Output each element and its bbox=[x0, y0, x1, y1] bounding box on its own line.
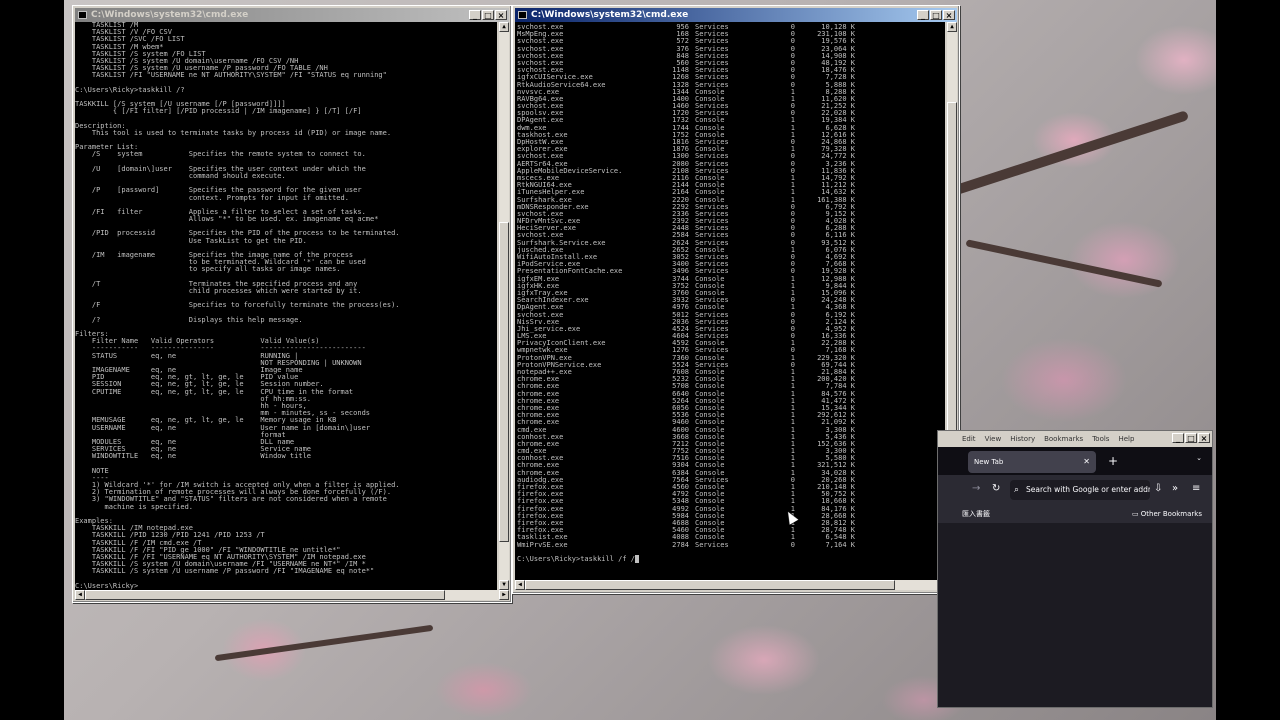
console-line: Allows "*" to be used. ex. imagename eq … bbox=[75, 215, 379, 224]
console-line: /? Displays this help message. bbox=[75, 315, 303, 324]
image-name-cell: WmiPrvSE.exe bbox=[517, 540, 568, 549]
left-window-title: C:\Windows\system32\cmd.exe bbox=[91, 10, 249, 20]
wallpaper-branch bbox=[938, 110, 1190, 200]
menu-edit[interactable]: Edit bbox=[962, 435, 976, 443]
scroll-thumb[interactable] bbox=[525, 580, 895, 590]
console-line: child processes which were started by it… bbox=[75, 286, 362, 295]
session-number-cell: 0 bbox=[790, 540, 795, 549]
close-button[interactable]: × bbox=[1198, 433, 1210, 443]
console-line: command should execute. bbox=[75, 171, 286, 180]
cmd-icon bbox=[78, 11, 87, 19]
menu-tools[interactable]: Tools bbox=[1092, 435, 1109, 443]
close-button[interactable]: × bbox=[495, 10, 507, 20]
right-cmd-window[interactable]: C:\Windows\system32\cmd.exe _ □ × svchos… bbox=[512, 5, 960, 594]
tab-strip: New Tab ✕ + ⌄ bbox=[938, 447, 1212, 475]
firefox-window[interactable]: Edit View History Bookmarks Tools Help _… bbox=[937, 430, 1213, 708]
new-tab-plus-icon[interactable]: + bbox=[1108, 452, 1118, 470]
console-line: to specify all tasks or image names. bbox=[75, 265, 341, 274]
wallpaper-branch bbox=[214, 624, 434, 662]
other-bookmarks-label: Other Bookmarks bbox=[1140, 510, 1202, 518]
import-bookmarks-link[interactable]: 匯入書籤 bbox=[962, 505, 990, 523]
wallpaper-branch bbox=[965, 239, 1163, 288]
firefox-menubar: Edit View History Bookmarks Tools Help _… bbox=[938, 431, 1212, 447]
left-vertical-scrollbar[interactable]: ▲ ▼ bbox=[499, 22, 509, 590]
scroll-thumb[interactable] bbox=[499, 222, 509, 542]
console-line: context. Prompts for input if omitted. bbox=[75, 193, 349, 202]
console-line: C:\Users\Ricky> bbox=[75, 581, 139, 590]
session-name-cell: Services bbox=[695, 540, 729, 549]
maximize-button[interactable]: □ bbox=[930, 10, 942, 20]
left-horizontal-scrollbar[interactable]: ◀ ▶ bbox=[75, 590, 509, 600]
other-bookmarks-folder[interactable]: ▭ Other Bookmarks bbox=[1132, 505, 1202, 523]
menu-view[interactable]: View bbox=[985, 435, 1002, 443]
left-title-bar[interactable]: C:\Windows\system32\cmd.exe _ □ × bbox=[75, 8, 509, 22]
scroll-left-arrow[interactable]: ◀ bbox=[515, 580, 525, 590]
folder-icon: ▭ bbox=[1131, 510, 1141, 518]
console-line: TASKKILL /S system /U username /P passwo… bbox=[75, 567, 375, 576]
process-row: WmiPrvSE.exe 2784 Services 0 7,164 K bbox=[517, 540, 855, 549]
tab-title: New Tab bbox=[974, 458, 1004, 466]
right-console-output[interactable]: svchost.exe 956 Services 0 10,128 K MsMpEng.e… bbox=[515, 22, 945, 580]
console-line: NOTE bbox=[75, 466, 109, 475]
right-title-bar[interactable]: C:\Windows\system32\cmd.exe _ □ × bbox=[515, 8, 957, 22]
pid-cell: 2784 bbox=[672, 540, 689, 549]
process-list: svchost.exe 956 Services 0 10,128 K MsMpEng.e… bbox=[517, 23, 855, 549]
scroll-left-arrow[interactable]: ◀ bbox=[75, 590, 85, 600]
tab-new-tab[interactable]: New Tab ✕ bbox=[968, 451, 1096, 473]
right-horizontal-scrollbar[interactable]: ◀ ▶ bbox=[515, 580, 957, 590]
console-line: C:\Users\Ricky>taskkill /? bbox=[75, 85, 185, 94]
hamburger-menu-icon[interactable]: ≡ bbox=[1192, 483, 1200, 494]
left-cmd-window[interactable]: C:\Windows\system32\cmd.exe _ □ × TASKLI… bbox=[72, 5, 512, 603]
minimize-button[interactable]: _ bbox=[917, 10, 929, 20]
url-bar[interactable]: ⌕ Search with Google or enter address bbox=[1010, 480, 1150, 500]
minimize-button[interactable]: _ bbox=[1172, 433, 1184, 443]
search-icon: ⌕ bbox=[1014, 485, 1020, 495]
scroll-right-arrow[interactable]: ▶ bbox=[499, 590, 509, 600]
tab-list-chevron-icon[interactable]: ⌄ bbox=[1196, 454, 1202, 462]
reload-icon[interactable]: ↻ bbox=[992, 483, 1000, 494]
url-placeholder: Search with Google or enter address bbox=[1026, 485, 1150, 494]
console-line: Use TaskList to get the PID. bbox=[75, 236, 307, 245]
overflow-chevron-icon[interactable]: » bbox=[1172, 483, 1178, 494]
console-line: /F Specifies to forcefully terminate the… bbox=[75, 301, 400, 310]
close-button[interactable]: × bbox=[943, 10, 955, 20]
console-line: { [/FI filter] [/PID processid | /IM ima… bbox=[75, 107, 362, 116]
minimize-button[interactable]: _ bbox=[469, 10, 481, 20]
scroll-thumb[interactable] bbox=[85, 590, 445, 600]
maximize-button[interactable]: □ bbox=[1185, 433, 1197, 443]
console-line: /S system Specifies the remote system to… bbox=[75, 150, 366, 159]
right-window-title: C:\Windows\system32\cmd.exe bbox=[531, 10, 689, 20]
navigation-bar: → ↻ ⌕ Search with Google or enter addres… bbox=[938, 475, 1212, 505]
console-line: machine is specified. bbox=[75, 502, 194, 511]
console-line: TASKLIST /FI "USERNAME ne NT AUTHORITY\S… bbox=[75, 71, 387, 80]
scroll-up-arrow[interactable]: ▲ bbox=[947, 22, 957, 32]
cmd-icon bbox=[518, 11, 527, 19]
tab-close-icon[interactable]: ✕ bbox=[1083, 451, 1090, 473]
console-line: This tool is used to terminate tasks by … bbox=[75, 128, 392, 137]
extensions-icon[interactable]: ⇩ bbox=[1154, 483, 1162, 494]
menu-history[interactable]: History bbox=[1010, 435, 1035, 443]
bookmarks-toolbar: 匯入書籤 ▭ Other Bookmarks bbox=[938, 505, 1212, 523]
left-console-output[interactable]: TASKLIST /M TASKLIST /V /FO CSV TASKLIST… bbox=[75, 22, 497, 590]
menu-help[interactable]: Help bbox=[1118, 435, 1134, 443]
scroll-down-arrow[interactable]: ▼ bbox=[499, 580, 509, 590]
scroll-up-arrow[interactable]: ▲ bbox=[499, 22, 509, 32]
command-prompt[interactable]: C:\Users\Ricky>taskkill /f / bbox=[517, 555, 640, 563]
mem-usage-cell: 7,164 K bbox=[825, 540, 855, 549]
console-line: WINDOWTITLE eq, ne Window title bbox=[75, 452, 312, 461]
prompt-text: C:\Users\Ricky>taskkill /f / bbox=[517, 555, 636, 563]
menu-bookmarks[interactable]: Bookmarks bbox=[1044, 435, 1083, 443]
maximize-button[interactable]: □ bbox=[482, 10, 494, 20]
forward-arrow-icon[interactable]: → bbox=[972, 483, 980, 494]
